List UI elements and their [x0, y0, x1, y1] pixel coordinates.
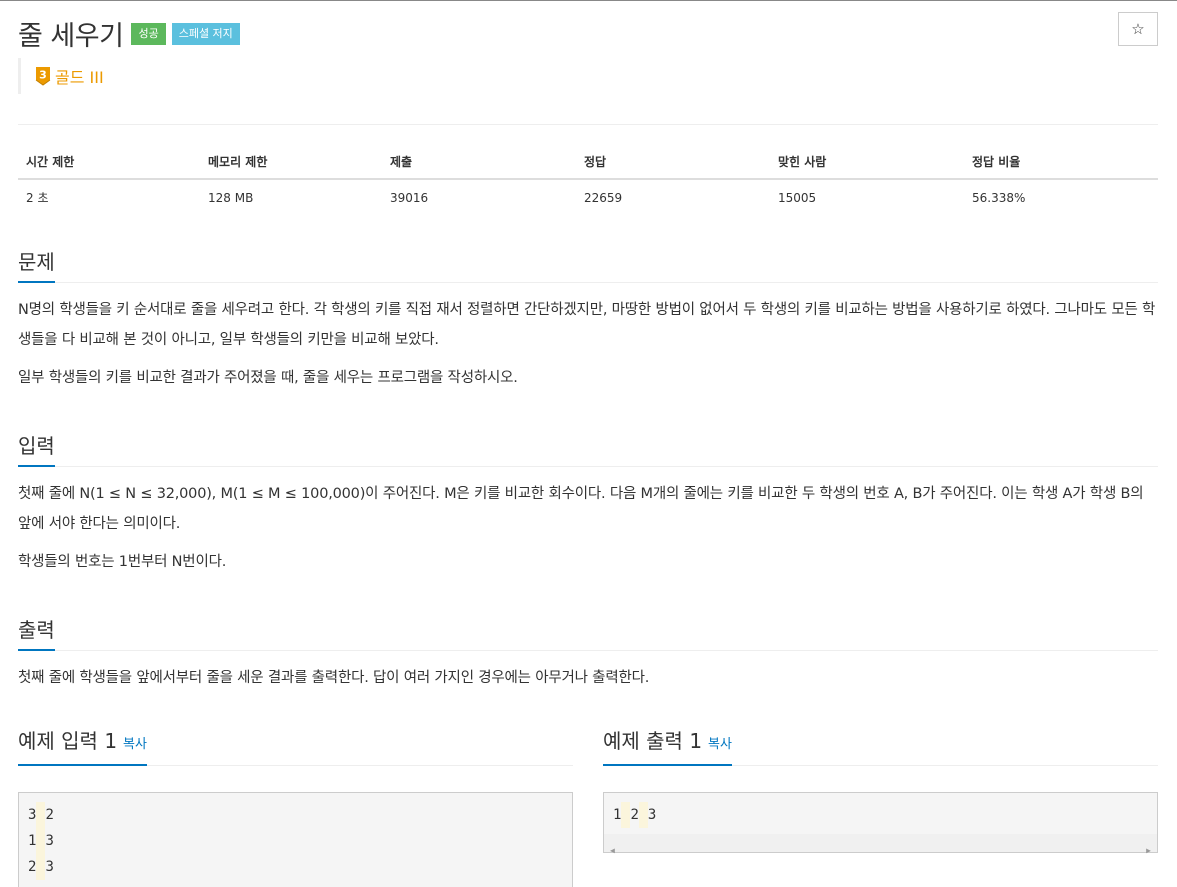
value-accepted: 22659 [584, 190, 623, 205]
horizontal-scrollbar[interactable]: ◀ ▶ [604, 834, 1157, 855]
input-section: 입력 첫째 줄에 N(1 ≤ N ≤ 32,000), M(1 ≤ M ≤ 10… [18, 429, 1158, 585]
section-header: 문제 [18, 245, 1158, 283]
sample-output-block: 예제 출력 1 복사 1 2 3 ◀ ▶ [603, 728, 1158, 855]
sample-output-code[interactable]: 1 2 3 ◀ ▶ [603, 792, 1158, 855]
sample-input-code[interactable]: 3 2 1 3 2 3 [18, 792, 573, 887]
problem-description: N명의 학생들을 키 순서대로 줄을 세우려고 한다. 각 학생의 키를 직접 … [18, 283, 1158, 393]
header-solvers: 맞힌 사람 [770, 145, 964, 180]
input-description: 첫째 줄에 N(1 ≤ N ≤ 32,000), M(1 ≤ M ≤ 100,0… [18, 467, 1158, 577]
code-token: 1 [28, 833, 37, 849]
code-token: 2 [630, 807, 639, 823]
section-header: 예제 입력 1 복사 [18, 728, 573, 766]
sample-input-heading: 예제 입력 1 복사 [18, 728, 147, 766]
header-memory-limit: 메모리 제한 [200, 145, 382, 180]
sample-output-heading: 예제 출력 1 복사 [603, 728, 732, 766]
code-line: 1 2 3 [613, 802, 1148, 828]
input-heading: 입력 [18, 433, 55, 467]
special-judge-badge: 스페셜 저지 [171, 22, 240, 45]
svg-text:3: 3 [39, 69, 47, 82]
scroll-left-icon[interactable]: ◀ [610, 838, 615, 864]
code-token: 2 [28, 859, 37, 875]
problem-heading: 문제 [18, 249, 55, 283]
value-time-limit: 2 초 [26, 191, 49, 205]
code-token: 3 [45, 833, 54, 849]
tier-block: 3 골드 III [18, 58, 104, 94]
scroll-right-icon[interactable]: ▶ [1146, 838, 1151, 864]
output-heading: 출력 [18, 617, 55, 651]
section-header: 예제 출력 1 복사 [603, 728, 1158, 766]
paragraph: N명의 학생들을 키 순서대로 줄을 세우려고 한다. 각 학생의 키를 직접 … [18, 302, 1156, 348]
paragraph: 학생들의 번호는 1번부터 N번이다. [18, 554, 227, 570]
code-token: 3 [28, 807, 37, 823]
copy-sample-input-button[interactable]: 복사 [123, 737, 147, 752]
section-header: 출력 [18, 613, 1158, 651]
value-solvers: 15005 [778, 190, 817, 205]
value-memory-limit: 128 MB [208, 190, 254, 205]
header-accept-ratio: 정답 비율 [964, 145, 1158, 180]
code-token: 3 [45, 859, 54, 875]
paragraph: 일부 학생들의 키를 비교한 결과가 주어졌을 때, 줄을 세우는 프로그램을 … [18, 370, 518, 386]
paragraph: 첫째 줄에 N(1 ≤ N ≤ 32,000), M(1 ≤ M ≤ 100,0… [18, 486, 1144, 532]
sample-input-title: 예제 입력 1 [18, 729, 118, 753]
sample-input-block: 예제 입력 1 복사 3 2 1 3 2 3 [18, 728, 573, 887]
value-accept-ratio: 56.338% [972, 190, 1026, 205]
title-row: 줄 세우기 성공 스페셜 저지 [18, 14, 240, 53]
divider [18, 124, 1158, 125]
code-token: 2 [45, 807, 54, 823]
gold-tier-icon: 3 [35, 67, 51, 86]
header-submissions: 제출 [382, 145, 576, 180]
header-time-limit: 시간 제한 [18, 145, 200, 180]
section-header: 입력 [18, 429, 1158, 467]
success-badge: 성공 [131, 22, 166, 45]
sample-output-title: 예제 출력 1 [603, 729, 703, 753]
problem-section: 문제 N명의 학생들을 키 순서대로 줄을 세우려고 한다. 각 학생의 키를 … [18, 245, 1158, 401]
favorite-star-button[interactable]: ☆ [1118, 12, 1158, 46]
problem-info-table: 시간 제한 메모리 제한 제출 정답 맞힌 사람 정답 비율 2 초 128 M… [18, 145, 1158, 215]
tier-label: 골드 III [55, 68, 104, 87]
code-token: 1 [613, 807, 622, 823]
code-line: 2 3 [28, 854, 563, 880]
value-submissions: 39016 [390, 190, 429, 205]
code-token: 3 [647, 807, 657, 823]
info-value-row: 2 초 128 MB 39016 22659 15005 56.338% [18, 179, 1158, 215]
output-description: 첫째 줄에 학생들을 앞에서부터 줄을 세운 결과를 출력한다. 답이 여러 가… [18, 651, 1158, 693]
star-icon: ☆ [1131, 20, 1145, 38]
code-line: 1 3 [28, 828, 563, 854]
problem-title: 줄 세우기 [18, 21, 124, 52]
code-space [638, 802, 648, 828]
copy-sample-output-button[interactable]: 복사 [708, 737, 732, 752]
top-border [0, 0, 1177, 1]
header-accepted: 정답 [576, 145, 770, 180]
info-header-row: 시간 제한 메모리 제한 제출 정답 맞힌 사람 정답 비율 [18, 145, 1158, 180]
code-line: 3 2 [28, 802, 563, 828]
output-section: 출력 첫째 줄에 학생들을 앞에서부터 줄을 세운 결과를 출력한다. 답이 여… [18, 613, 1158, 701]
paragraph: 첫째 줄에 학생들을 앞에서부터 줄을 세운 결과를 출력한다. 답이 여러 가… [18, 670, 650, 686]
